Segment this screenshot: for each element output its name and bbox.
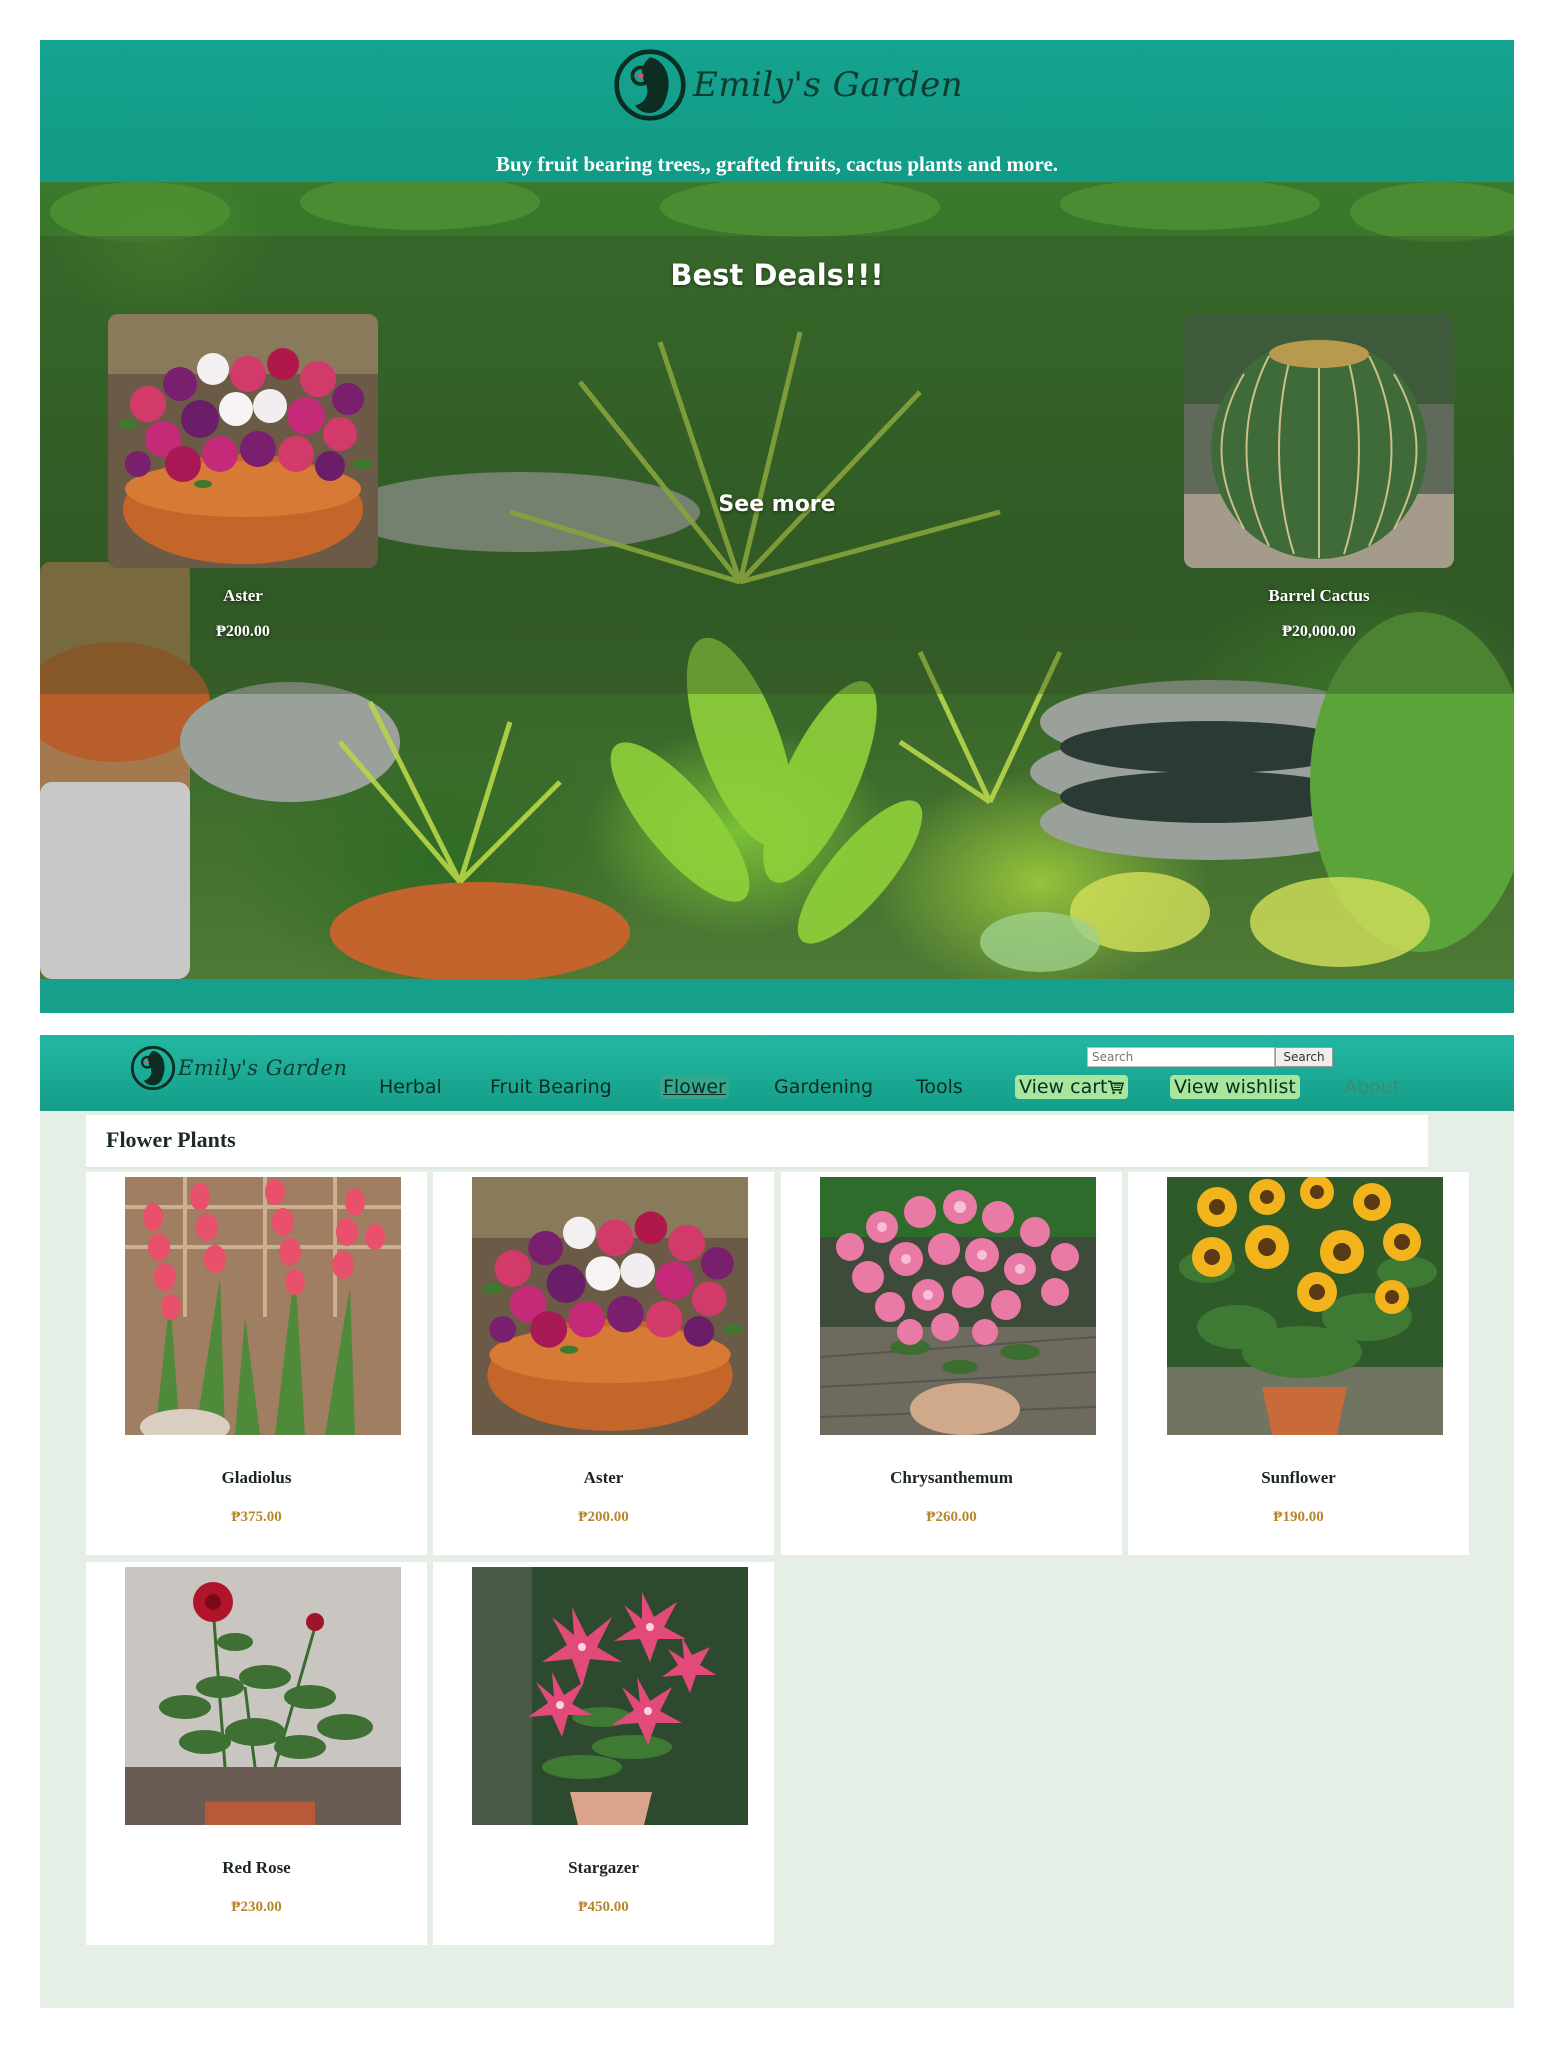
deal-name: Barrel Cactus bbox=[1268, 586, 1370, 605]
deal-name: Aster bbox=[223, 586, 263, 605]
shop-panel: Emily's Garden Search Herbal Fruit Beari… bbox=[40, 1035, 1514, 2008]
aster-photo bbox=[108, 314, 378, 568]
aster-photo bbox=[472, 1177, 748, 1435]
nav-item-herbal[interactable]: Herbal bbox=[376, 1075, 445, 1099]
hero-panel: Emily's Garden Buy fruit bearing trees,,… bbox=[40, 40, 1514, 1013]
hero-header: Emily's Garden Buy fruit bearing trees,,… bbox=[40, 40, 1514, 182]
tagline: Buy fruit bearing trees,, grafted fruits… bbox=[495, 152, 1059, 176]
product-name: Sunflower bbox=[1261, 1468, 1336, 1487]
cart-icon bbox=[1108, 1080, 1125, 1094]
product-price: ₱450.00 bbox=[578, 1899, 629, 1915]
product-name: Chrysanthemum bbox=[890, 1468, 1013, 1487]
view-cart-button[interactable]: View cart bbox=[1015, 1075, 1129, 1099]
product-name: Red Rose bbox=[222, 1858, 291, 1877]
product-name: Gladiolus bbox=[221, 1468, 292, 1487]
top-navbar: Emily's Garden Search Herbal Fruit Beari… bbox=[40, 1035, 1514, 1111]
section-title: Flower Plants bbox=[106, 1127, 236, 1152]
best-deals-title: Best Deals!!! bbox=[670, 258, 884, 292]
product-name: Aster bbox=[583, 1468, 624, 1487]
product-card[interactable]: Red Rose ₱230.00 bbox=[86, 1562, 427, 1945]
product-price: ₱190.00 bbox=[1273, 1509, 1324, 1525]
garden-logo-icon bbox=[613, 48, 687, 122]
product-price: ₱375.00 bbox=[231, 1509, 282, 1525]
hero-bottom-bar bbox=[40, 979, 1514, 1013]
sunflower-photo bbox=[1167, 1177, 1443, 1435]
brand-name: Emily's Garden bbox=[178, 1056, 348, 1080]
search-input[interactable] bbox=[1087, 1047, 1275, 1067]
deal-card[interactable]: Aster ₱200.00 bbox=[108, 314, 378, 641]
nav-item-flower[interactable]: Flower bbox=[660, 1075, 729, 1099]
view-wishlist-button[interactable]: View wishlist bbox=[1170, 1075, 1300, 1099]
brand-logo[interactable]: Emily's Garden bbox=[613, 48, 963, 122]
nav-item-gardening[interactable]: Gardening bbox=[771, 1075, 876, 1099]
chrysanthemum-photo bbox=[820, 1177, 1096, 1435]
product-card[interactable]: Sunflower ₱190.00 bbox=[1128, 1172, 1469, 1555]
deal-card[interactable]: Barrel Cactus ₱20,000.00 bbox=[1184, 314, 1454, 641]
product-name: Stargazer bbox=[568, 1858, 639, 1877]
barrel-cactus-photo bbox=[1184, 314, 1454, 568]
red-rose-photo bbox=[125, 1567, 401, 1825]
product-card[interactable]: Stargazer ₱450.00 bbox=[433, 1562, 774, 1945]
section-header: Flower Plants bbox=[86, 1115, 1428, 1169]
nav-item-fruit-bearing[interactable]: Fruit Bearing bbox=[487, 1075, 615, 1099]
nav-item-tools[interactable]: Tools bbox=[913, 1075, 966, 1099]
deal-price: ₱20,000.00 bbox=[1282, 623, 1356, 640]
nav-item-about[interactable]: About bbox=[1341, 1075, 1403, 1099]
product-price: ₱200.00 bbox=[578, 1509, 629, 1525]
see-more-label[interactable]: See more bbox=[718, 492, 835, 517]
product-card[interactable]: Chrysanthemum ₱260.00 bbox=[781, 1172, 1122, 1555]
search-button[interactable]: Search bbox=[1275, 1047, 1333, 1067]
product-price: ₱230.00 bbox=[231, 1899, 282, 1915]
product-card[interactable]: Gladiolus ₱375.00 bbox=[86, 1172, 427, 1555]
deal-price: ₱200.00 bbox=[216, 623, 270, 640]
garden-logo-icon bbox=[130, 1045, 176, 1091]
brand-logo[interactable]: Emily's Garden bbox=[130, 1045, 348, 1091]
stargazer-photo bbox=[472, 1567, 748, 1825]
brand-name: Emily's Garden bbox=[693, 65, 964, 105]
product-price: ₱260.00 bbox=[926, 1509, 977, 1525]
product-card[interactable]: Aster ₱200.00 bbox=[433, 1172, 774, 1555]
view-cart-label: View cart bbox=[1019, 1076, 1108, 1098]
gladiolus-photo bbox=[125, 1177, 401, 1435]
